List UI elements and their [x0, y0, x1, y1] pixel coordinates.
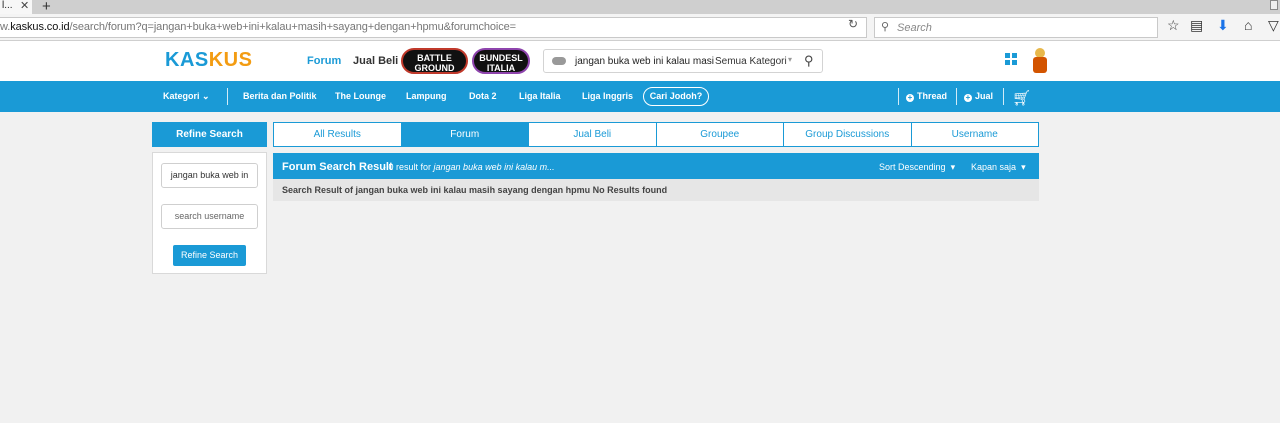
jual-label: Jual [975, 91, 994, 101]
browser-search-placeholder: Search [897, 22, 932, 34]
browser-search-field[interactable]: ⚲ Search [874, 17, 1158, 38]
new-thread-button[interactable]: + Thread [906, 91, 947, 102]
divider [956, 88, 957, 105]
address-bar[interactable]: w.kaskus.co.id/search/forum?q=jangan+buk… [0, 17, 867, 38]
tab-jual-beli[interactable]: Jual Beli [529, 122, 657, 147]
browser-tab[interactable]: l... ✕ [0, 0, 32, 14]
site-search-box[interactable]: jangan buka web ini kalau masi Semua Kat… [543, 49, 823, 73]
nav-item-berita[interactable]: Berita dan Politik [243, 91, 317, 101]
caret-down-icon: ▾ [950, 162, 956, 172]
search-username-input[interactable]: search username [161, 204, 258, 229]
refine-search-button[interactable]: Refine Search [173, 245, 246, 266]
category-select[interactable]: Semua Kategori [715, 56, 787, 67]
kategori-label: Kategori [163, 91, 200, 101]
avatar[interactable] [1029, 48, 1051, 76]
plus-icon: + [906, 93, 914, 102]
result-title: Forum Search Result [282, 161, 393, 173]
home-icon[interactable]: ⌂ [1244, 17, 1252, 33]
clipboard-icon[interactable]: ▤ [1190, 17, 1203, 34]
divider [1003, 88, 1004, 105]
nav-item-lampung[interactable]: Lampung [406, 91, 447, 101]
search-icon: ⚲ [881, 21, 890, 33]
caret-down-icon: ▾ [1021, 162, 1026, 172]
search-icon[interactable]: ⚲ [804, 53, 814, 69]
chevron-down-icon[interactable]: ▾ [788, 55, 792, 64]
nav-forum-link[interactable]: Forum [307, 55, 341, 67]
refine-search-title: Refine Search [152, 122, 267, 147]
new-jual-button[interactable]: + Jual [964, 91, 993, 102]
nav-jual-beli-link[interactable]: Jual Beli [353, 55, 398, 67]
close-icon[interactable]: ✕ [20, 0, 29, 12]
browser-toolbar: w.kaskus.co.id/search/forum?q=jangan+buk… [0, 14, 1280, 41]
tab-forum[interactable]: Forum [401, 122, 529, 147]
result-tabs: All Results Forum Jual Beli Groupee Grou… [273, 122, 1039, 147]
sort-dropdown[interactable]: Sort Descending ▾ [879, 162, 955, 173]
browser-tabstrip: l... ✕ + [0, 0, 1280, 15]
time-label: Kapan saja [971, 162, 1017, 172]
category-navbar: Kategori ⌄ Berita dan Politik The Lounge… [0, 81, 1280, 112]
url-path: /search/forum?q=jangan+buka+web+ini+kala… [69, 21, 517, 33]
download-icon[interactable]: ⬇ [1217, 17, 1229, 34]
sort-label: Sort Descending [879, 162, 946, 172]
plus-icon: + [964, 93, 972, 102]
apps-grid-icon[interactable] [1005, 53, 1017, 65]
logo-part-2: KUS [208, 49, 253, 71]
url-text: w.kaskus.co.id/search/forum?q=jangan+buk… [0, 21, 516, 33]
reload-icon[interactable]: ↻ [848, 17, 858, 31]
chevron-down-icon: ⌄ [202, 91, 210, 101]
liga-banner[interactable]: BUNDESL ITALIA [472, 48, 530, 74]
url-domain: kaskus.co.id [10, 21, 70, 33]
cloud-icon [552, 57, 566, 65]
divider [227, 88, 228, 105]
star-icon[interactable]: ☆ [1167, 17, 1180, 34]
new-tab-icon[interactable]: + [42, 0, 51, 15]
time-filter-dropdown[interactable]: Kapan saja ▾ [971, 162, 1026, 173]
browser-tab-label: l... [2, 0, 13, 11]
tab-group-discussions[interactable]: Group Discussions [784, 122, 912, 147]
refine-search-panel: jangan buka web in search username Refin… [152, 152, 267, 274]
result-count: - 0 result for jangan buka web ini kalau… [383, 162, 555, 172]
nav-item-lounge[interactable]: The Lounge [335, 91, 386, 101]
no-results-message: Search Result of jangan buka web ini kal… [282, 185, 668, 195]
search-input[interactable]: jangan buka web ini kalau masi [575, 56, 714, 67]
refine-query-input[interactable]: jangan buka web in [161, 163, 258, 188]
site-header: KASKUS Forum Jual Beli BATTLE GROUND BUN… [0, 41, 1280, 81]
logo-part-1: KAS [165, 49, 209, 71]
kaskus-logo[interactable]: KASKUS [165, 49, 252, 72]
tab-groupee[interactable]: Groupee [656, 122, 784, 147]
divider [898, 88, 899, 105]
tab-all-results[interactable]: All Results [273, 122, 402, 147]
nav-item-dota2[interactable]: Dota 2 [469, 91, 497, 101]
nav-item-liga-inggris[interactable]: Liga Inggris [582, 91, 633, 101]
nav-item-liga-italia[interactable]: Liga Italia [519, 91, 561, 101]
cari-jodoh-button[interactable]: Cari Jodoh? [643, 87, 709, 106]
result-header: Forum Search Result - 0 result for janga… [273, 153, 1039, 179]
kategori-dropdown[interactable]: Kategori ⌄ [163, 91, 210, 102]
result-body: Search Result of jangan buka web ini kal… [273, 179, 1039, 201]
battleground-banner[interactable]: BATTLE GROUND [401, 48, 468, 74]
result-count-text: - 0 result for [383, 162, 432, 172]
cart-icon[interactable]: 🛒︎ [1012, 89, 1031, 107]
pocket-icon[interactable]: ▽ [1268, 17, 1279, 34]
url-prefix: w. [0, 21, 11, 33]
window-corner-icon [1270, 0, 1278, 10]
result-query: jangan buka web ini kalau m... [433, 162, 555, 172]
thread-label: Thread [917, 91, 948, 101]
tab-username[interactable]: Username [911, 122, 1039, 147]
